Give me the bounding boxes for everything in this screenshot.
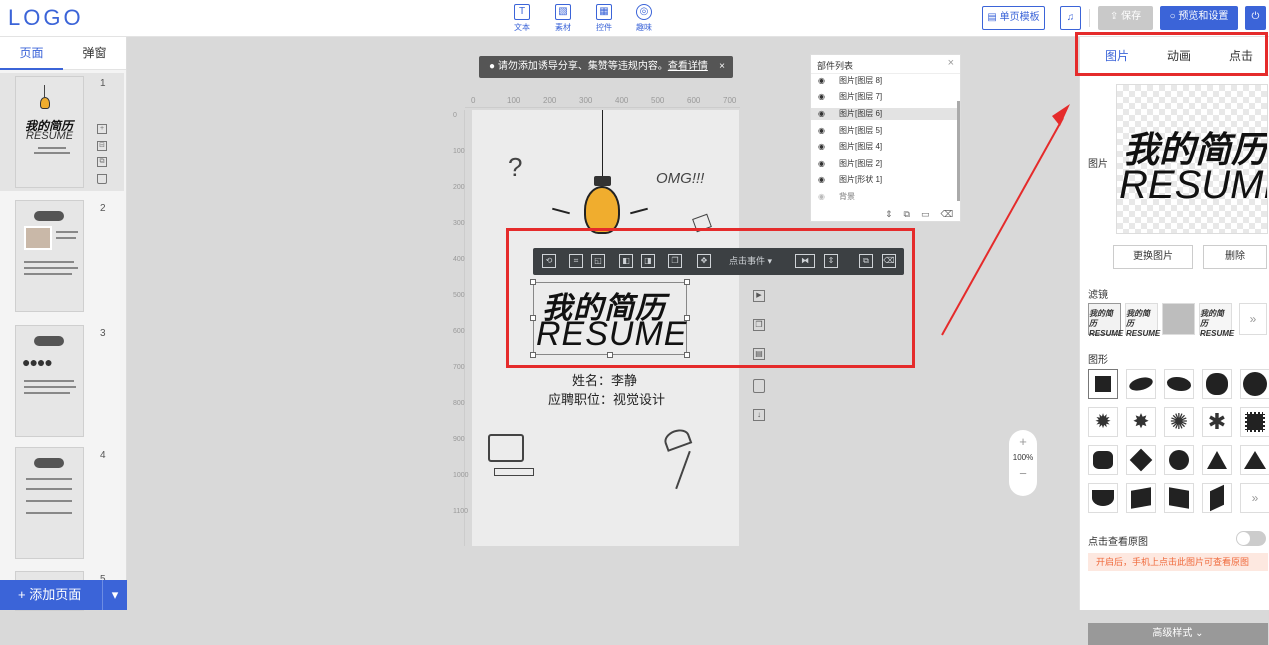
advanced-style-button[interactable]: 高级样式 ⌄ bbox=[1088, 623, 1268, 645]
arrow-line bbox=[941, 117, 1064, 336]
annotation-arrow bbox=[941, 104, 1070, 336]
arrow-head bbox=[1052, 104, 1070, 126]
